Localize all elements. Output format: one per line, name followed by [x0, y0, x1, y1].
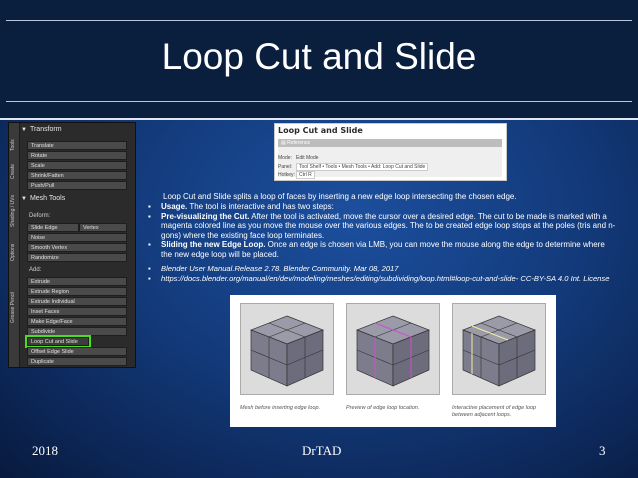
reference-bar: ▤ Reference [278, 139, 502, 147]
translate-button[interactable]: Translate [27, 141, 127, 150]
reference-card-title: Loop Cut and Slide [278, 126, 363, 135]
extrude-button[interactable]: Extrude [27, 277, 127, 286]
bullet-list: ▪ Usage. The tool is interactive and has … [148, 202, 618, 260]
make-edge-face-button[interactable]: Make Edge/Face [27, 317, 127, 326]
bullet-sliding: ▪ Sliding the new Edge Loop. Once an edge… [148, 240, 605, 259]
intro-text: Loop Cut and Slide splits a loop of face… [163, 192, 517, 201]
bullet-icon: ▪ [148, 273, 151, 283]
reference-mode-row: Mode: Edit Mode [278, 155, 319, 161]
cube-icon [356, 315, 430, 387]
bullet-previsualizing: ▪ Pre-visualizing the Cut. After the tool… [148, 211, 616, 240]
footer-year: 2018 [32, 443, 58, 458]
vertex-button[interactable]: Vertex [79, 223, 127, 232]
footer-page-number: 3 [599, 443, 606, 458]
caption-before: Mesh before inserting edge loop. [240, 405, 321, 411]
reference-url[interactable]: ▪ https://docs.blender.org/manual/en/dev/… [148, 274, 618, 284]
slide-title: Loop Cut and Slide [161, 36, 477, 77]
tab-create[interactable]: Create [10, 164, 16, 179]
cube-icon [462, 315, 536, 387]
reference-manual: ▪ Blender User Manual.Release 2.78. Blend… [148, 264, 399, 273]
mesh-tools-panel-header[interactable]: ▼ Mesh Tools [21, 195, 131, 206]
bullet-icon: ▪ [148, 202, 151, 211]
footer-author: DrTAD [302, 443, 342, 458]
loop-cut-and-slide-button[interactable]: Loop Cut and Slide [25, 335, 91, 348]
transform-panel-header[interactable]: ▼ Transform [21, 126, 131, 137]
references: ▪ Blender User Manual.Release 2.78. Blend… [148, 264, 618, 283]
noise-button[interactable]: Noise [27, 233, 127, 242]
caption-preview: Preview of edge loop location. [346, 405, 420, 411]
figure-cube-placement [452, 303, 546, 395]
cube-icon [250, 315, 324, 387]
bullet-icon: ▪ [148, 211, 151, 221]
deform-label: Deform: [29, 213, 51, 219]
bullet-icon: ▪ [148, 264, 151, 273]
tab-tools[interactable]: Tools [10, 139, 16, 151]
bullet-icon: ▪ [148, 240, 151, 250]
extrude-region-button[interactable]: Extrude Region [27, 287, 127, 296]
shrink-fatten-button[interactable]: Shrink/Fatten [27, 171, 127, 180]
scale-button[interactable]: Scale [27, 161, 127, 170]
caption-placement: Interactive placement of edge loop betwe… [452, 405, 537, 418]
slide-edge-button[interactable]: Slide Edge [27, 223, 79, 232]
tab-shading-uvs[interactable]: Shading / UVs [10, 195, 16, 227]
blender-toolshelf: Tools Create Shading / UVs Options Greas… [8, 122, 136, 368]
offset-edge-slide-button[interactable]: Offset Edge Slide [27, 347, 127, 356]
bullet-usage: ▪ Usage. The tool is interactive and has … [148, 202, 334, 211]
reference-card: Loop Cut and Slide ▤ Reference Mode: Edit… [274, 123, 507, 181]
collapse-triangle-icon: ▼ [21, 196, 27, 202]
duplicate-button[interactable]: Duplicate [27, 357, 127, 366]
reference-panel-row: Panel: Tool Shelf • Tools • Mesh Tools • … [278, 163, 429, 171]
figure-panel: Mesh before inserting edge loop. Preview… [230, 295, 556, 427]
smooth-vertex-button[interactable]: Smooth Vertex [27, 243, 127, 252]
subdivide-button[interactable]: Subdivide [27, 327, 127, 336]
push-pull-button[interactable]: Push/Pull [27, 181, 127, 190]
randomize-button[interactable]: Randomize [27, 253, 127, 262]
toolshelf-tabs: Tools Create Shading / UVs Options Greas… [9, 123, 20, 367]
add-label: Add: [29, 267, 42, 273]
reference-hotkey-row: Hotkey: Ctrl R [278, 171, 315, 179]
extrude-individual-button[interactable]: Extrude Individual [27, 297, 127, 306]
tab-options[interactable]: Options [10, 244, 16, 261]
figure-cube-before [240, 303, 334, 395]
tab-grease-pencil[interactable]: Grease Pencil [10, 292, 16, 323]
figure-cube-preview [346, 303, 440, 395]
inset-faces-button[interactable]: Inset Faces [27, 307, 127, 316]
collapse-triangle-icon: ▼ [21, 127, 27, 133]
rotate-button[interactable]: Rotate [27, 151, 127, 160]
